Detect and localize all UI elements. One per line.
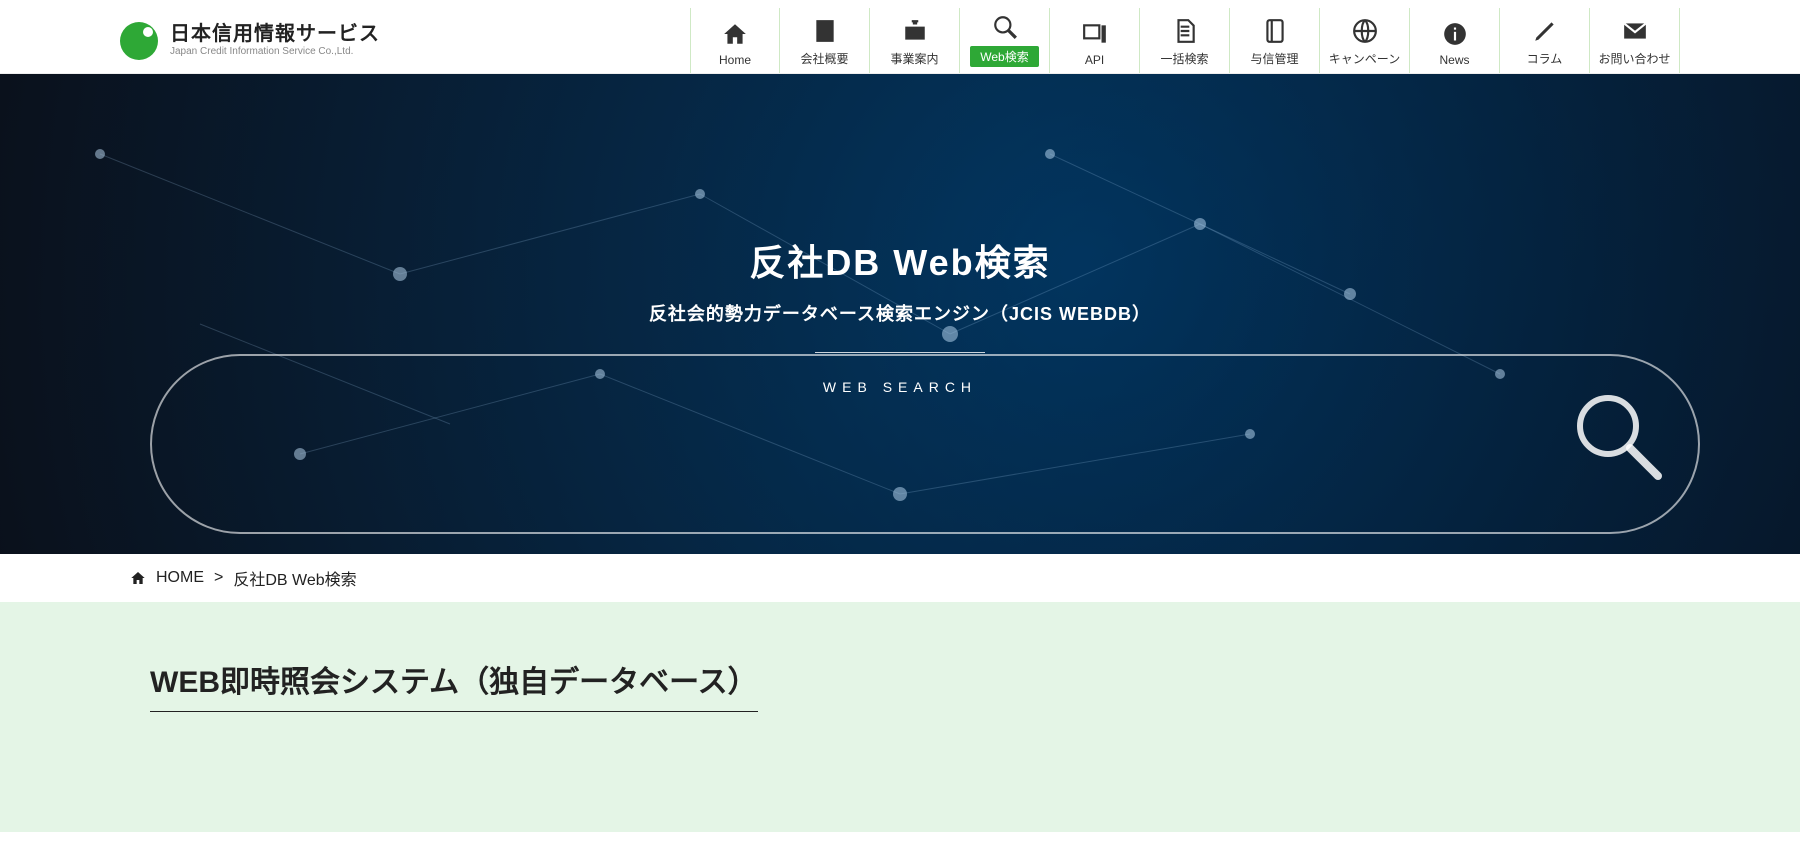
- breadcrumb-sep: >: [214, 569, 223, 587]
- breadcrumb-home[interactable]: HOME: [156, 569, 204, 587]
- hero-title: 反社DB Web検索: [649, 234, 1151, 286]
- search-icon: [992, 14, 1018, 40]
- brand-name-en: Japan Credit Information Service Co.,Ltd…: [170, 46, 380, 58]
- hero-tag: WEB SEARCH: [649, 379, 1151, 395]
- nav-company[interactable]: 会社概要: [780, 8, 870, 73]
- main-nav: Home 会社概要 事業案内 Web検索 API 一括検索: [690, 8, 1680, 73]
- info-icon: [1442, 21, 1468, 47]
- monitor-icon: [1082, 21, 1108, 47]
- hero-divider: [815, 352, 985, 353]
- nav-label: API: [1085, 53, 1104, 67]
- nav-label: コラム: [1527, 50, 1563, 67]
- nav-api[interactable]: API: [1050, 8, 1140, 73]
- nav-batch[interactable]: 一括検索: [1140, 8, 1230, 73]
- nav-label: 事業案内: [890, 50, 938, 67]
- briefcase-icon: [902, 18, 928, 44]
- breadcrumb: HOME > 反社DB Web検索: [0, 554, 1800, 602]
- content-section: WEB即時照会システム（独自データベース）: [0, 602, 1800, 832]
- nav-label: 与信管理: [1250, 50, 1298, 67]
- nav-campaign[interactable]: キャンペーン: [1320, 8, 1410, 73]
- brand-name-jp: 日本信用情報サービス: [170, 23, 380, 46]
- docs-icon: [1172, 18, 1198, 44]
- breadcrumb-home-icon[interactable]: [130, 570, 146, 586]
- nav-label: Home: [719, 53, 751, 67]
- nav-credit[interactable]: 与信管理: [1230, 8, 1320, 73]
- nav-label: Web検索: [970, 46, 1038, 67]
- hero-subtitle: 反社会的勢力データベース検索エンジン（JCIS WEBDB）: [649, 300, 1151, 326]
- home-icon: [722, 21, 748, 47]
- nav-label: キャンペーン: [1329, 50, 1400, 67]
- nav-label: 会社概要: [800, 50, 848, 67]
- hero: 反社DB Web検索 反社会的勢力データベース検索エンジン（JCIS WEBDB…: [0, 74, 1800, 554]
- nav-news[interactable]: News: [1410, 8, 1500, 73]
- nav-contact[interactable]: お問い合わせ: [1590, 8, 1680, 73]
- nav-label: News: [1439, 53, 1469, 67]
- nav-label: お問い合わせ: [1598, 50, 1670, 67]
- building-icon: [812, 18, 838, 44]
- brand-mark-icon: [120, 22, 158, 60]
- magnifier-icon: [1568, 386, 1668, 486]
- breadcrumb-current: 反社DB Web検索: [233, 566, 356, 590]
- header: 日本信用情報サービス Japan Credit Information Serv…: [0, 0, 1800, 74]
- nav-label: 一括検索: [1160, 50, 1208, 67]
- pen-icon: [1532, 18, 1558, 44]
- nav-websearch[interactable]: Web検索: [960, 8, 1050, 73]
- mail-icon: [1622, 18, 1648, 44]
- section-heading: WEB即時照会システム（独自データベース）: [150, 657, 758, 712]
- nav-column[interactable]: コラム: [1500, 8, 1590, 73]
- book-icon: [1262, 18, 1288, 44]
- globe-icon: [1352, 18, 1378, 44]
- nav-home[interactable]: Home: [690, 8, 780, 73]
- brand-logo[interactable]: 日本信用情報サービス Japan Credit Information Serv…: [120, 22, 380, 60]
- nav-business[interactable]: 事業案内: [870, 8, 960, 73]
